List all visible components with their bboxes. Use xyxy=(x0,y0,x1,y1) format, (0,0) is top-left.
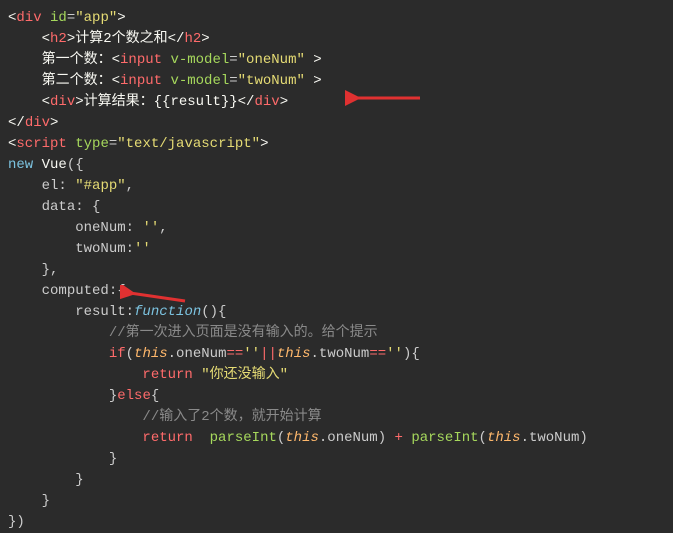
code-line: }) xyxy=(8,512,665,533)
code-line: }, xyxy=(8,260,665,281)
code-editor[interactable]: <div id="app"> <h2>计算2个数之和</h2> 第一个数：<in… xyxy=(8,8,665,533)
code-line: twoNum:'' xyxy=(8,239,665,260)
code-line: //输入了2个数，就开始计算 xyxy=(8,407,665,428)
code-line: </div> xyxy=(8,113,665,134)
code-line: return "你还没输入" xyxy=(8,365,665,386)
code-line: } xyxy=(8,449,665,470)
code-line: }else{ xyxy=(8,386,665,407)
code-line: <h2>计算2个数之和</h2> xyxy=(8,29,665,50)
code-line: result:function(){ xyxy=(8,302,665,323)
code-line: new Vue({ xyxy=(8,155,665,176)
code-line: } xyxy=(8,470,665,491)
code-line: data: { xyxy=(8,197,665,218)
code-line: if(this.oneNum==''||this.twoNum==''){ xyxy=(8,344,665,365)
code-line: computed:{ xyxy=(8,281,665,302)
code-line: <div>计算结果：{{result}}</div> xyxy=(8,92,665,113)
code-line: <div id="app"> xyxy=(8,8,665,29)
code-line: return parseInt(this.oneNum) + parseInt(… xyxy=(8,428,665,449)
code-line: 第一个数：<input v-model="oneNum" > xyxy=(8,50,665,71)
code-line: 第二个数：<input v-model="twoNum" > xyxy=(8,71,665,92)
code-line: oneNum: '', xyxy=(8,218,665,239)
code-line: el: "#app", xyxy=(8,176,665,197)
code-line: <script type="text/javascript"> xyxy=(8,134,665,155)
code-line: } xyxy=(8,491,665,512)
code-line: //第一次进入页面是没有输入的。给个提示 xyxy=(8,323,665,344)
